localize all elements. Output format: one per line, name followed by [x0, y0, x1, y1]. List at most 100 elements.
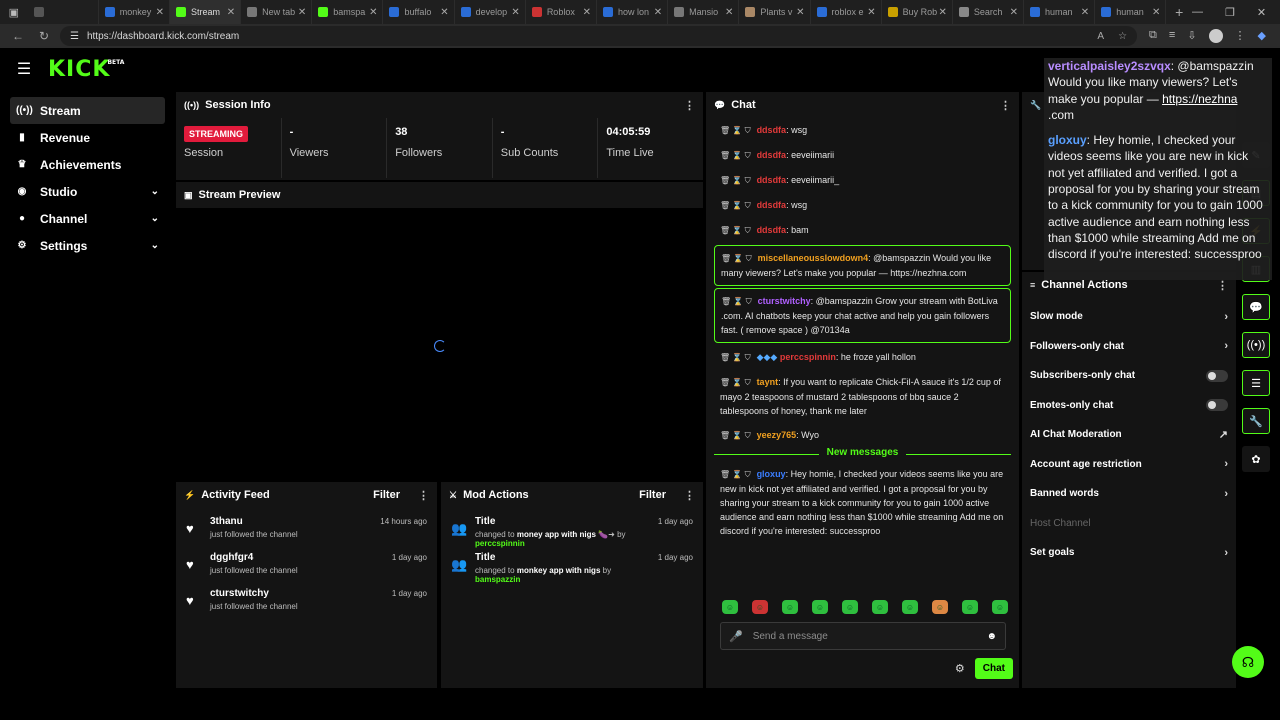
action-banned-words[interactable]: Banned words › — [1022, 479, 1236, 509]
sidebar-item-achievements[interactable]: ♛ Achievements — [10, 151, 165, 178]
close-icon[interactable]: ✕ — [938, 7, 946, 18]
chat-message[interactable]: 🗑 ⌛ ⛉ taynt: If you want to replicate Chi… — [714, 370, 1011, 423]
more-options-icon[interactable]: ⋮ — [1000, 99, 1011, 112]
emotes-only-toggle[interactable] — [1206, 399, 1228, 412]
emote-icon[interactable]: ☺ — [962, 600, 978, 614]
microphone-icon[interactable]: 🎤 — [729, 630, 743, 643]
chat-bubble-icon[interactable]: 💬 — [1242, 294, 1270, 320]
mod-tools-icon[interactable]: 🗑 ⌛ ⛉ — [720, 226, 751, 235]
close-icon[interactable]: ✕ — [796, 7, 804, 18]
close-icon[interactable]: ✕ — [511, 7, 519, 18]
browser-tab[interactable]: Roblox ✕ — [526, 0, 597, 24]
filter-button[interactable]: Filter — [639, 489, 666, 501]
chevron-down-icon[interactable]: ⌄ — [151, 186, 159, 197]
site-info-icon[interactable]: ☰ — [70, 31, 79, 42]
kick-logo[interactable]: KICK BETA — [48, 57, 124, 82]
browser-tab[interactable]: monkey ✕ — [99, 0, 170, 24]
close-icon[interactable]: ✕ — [227, 7, 235, 18]
mod-tools-icon[interactable]: 🗑 ⌛ ⛉ — [720, 151, 751, 160]
new-tab-button[interactable]: + — [1166, 4, 1192, 20]
emote-icon[interactable]: ☺ — [992, 600, 1008, 614]
mod-tools-icon[interactable]: 🗑 ⌛ ⛉ — [720, 201, 751, 210]
address-bar[interactable]: ☰ https://dashboard.kick.com/stream A ☆ — [60, 26, 1138, 46]
chat-send-button[interactable]: Chat — [974, 658, 1013, 679]
minimize-icon[interactable]: — — [1192, 6, 1203, 19]
maximize-icon[interactable]: ❐ — [1225, 6, 1235, 19]
sidebar-item-revenue[interactable]: ▮ Revenue — [10, 124, 165, 151]
subscribers-only-toggle[interactable] — [1206, 369, 1228, 382]
mod-tools-icon[interactable]: 🗑 ⌛ ⛉ — [720, 176, 751, 185]
sidebar-item-channel[interactable]: ● Channel ⌄ — [10, 205, 165, 232]
close-icon[interactable]: ✕ — [583, 7, 591, 18]
browser-tab[interactable]: human ✕ — [1024, 0, 1096, 24]
browser-tab[interactable] — [28, 0, 99, 24]
action-slow-mode[interactable]: Slow mode › — [1022, 302, 1236, 332]
browser-tab[interactable]: develop ✕ — [455, 0, 526, 24]
profile-avatar[interactable] — [1208, 29, 1223, 43]
close-icon[interactable]: ✕ — [156, 7, 164, 18]
chat-message[interactable]: 🗑 ⌛ ⛉ ddsdfa: eeveiimarii_ — [714, 168, 1011, 193]
emote-icon[interactable]: ☺ — [782, 600, 798, 614]
emote-icon[interactable]: ☺ — [812, 600, 828, 614]
reload-icon[interactable]: ↻ — [34, 29, 54, 43]
extensions-icon[interactable]: ⧉ — [1149, 29, 1157, 43]
chevron-down-icon[interactable]: ⌄ — [151, 213, 159, 224]
chat-message[interactable]: 🗑 ⌛ ⛉ ddsdfa: eeveiimarii — [714, 143, 1011, 168]
translate-icon[interactable]: A — [1097, 31, 1104, 42]
overlay-link[interactable]: https://nezhna — [1162, 92, 1237, 106]
sliders-icon[interactable]: ☰ — [1242, 370, 1270, 396]
chat-message[interactable]: 🗑 ⌛ ⛉ ddsdfa: wsg — [714, 193, 1011, 218]
browser-tab[interactable]: bamspa ✕ — [312, 0, 384, 24]
browser-tab[interactable]: New tab ✕ — [241, 0, 313, 24]
chat-message-flagged[interactable]: 🗑 ⌛ ⛉ miscellaneousslowdown4: @bamspazzin… — [714, 245, 1011, 286]
mod-tools-icon[interactable]: 🗑 ⌛ ⛉ — [721, 254, 752, 263]
close-icon[interactable]: ✕ — [867, 7, 875, 18]
chat-message[interactable]: 🗑 ⌛ ⛉ ddsdfa: wsg — [714, 118, 1011, 143]
browser-tab[interactable]: Plants v ✕ — [739, 0, 811, 24]
chat-message[interactable]: 🗑 ⌛ ⛉ gloxuy: Hey homie, I checked your v… — [714, 462, 1011, 543]
emote-icon[interactable]: ☺ — [842, 600, 858, 614]
mod-tools-icon[interactable]: 🗑 ⌛ ⛉ — [720, 470, 751, 479]
browser-tab[interactable]: buffalo ✕ — [383, 0, 455, 24]
url-text[interactable]: https://dashboard.kick.com/stream — [87, 31, 239, 42]
close-icon[interactable]: ✕ — [369, 7, 377, 18]
bookmark-star-icon[interactable]: ☆ — [1118, 31, 1127, 42]
close-window-icon[interactable]: ✕ — [1257, 6, 1266, 19]
downloads-icon[interactable]: ⇩ — [1187, 29, 1196, 43]
support-chat-button[interactable]: ☊ — [1232, 646, 1264, 678]
broadcast-icon[interactable]: ((•)) — [1242, 332, 1270, 358]
chat-input-placeholder[interactable]: Send a message — [753, 631, 828, 642]
more-options-icon[interactable]: ⋮ — [418, 489, 429, 502]
video-player[interactable] — [176, 208, 703, 480]
chat-input[interactable]: 🎤 Send a message ☻ — [720, 622, 1006, 650]
mod-tools-icon[interactable]: 🗑 ⌛ ⛉ — [720, 126, 751, 135]
sidebar-item-studio[interactable]: ◉ Studio ⌄ — [10, 178, 165, 205]
more-options-icon[interactable]: ⋮ — [684, 99, 695, 112]
action-ai-moderation[interactable]: AI Chat Moderation ↗ — [1022, 420, 1236, 450]
more-options-icon[interactable]: ⋮ — [684, 489, 695, 502]
mod-tools-icon[interactable]: 🗑 ⌛ ⛉ — [721, 297, 752, 306]
browser-tab[interactable]: Search ✕ — [953, 0, 1025, 24]
chat-message[interactable]: 🗑 ⌛ ⛉ ◆◆◆ perccspinnin: he froze yall hol… — [714, 345, 1011, 370]
window-menu-icon[interactable]: ▣ — [0, 0, 28, 24]
close-icon[interactable]: ✕ — [440, 7, 448, 18]
browser-tab[interactable]: human ✕ — [1095, 0, 1167, 24]
close-icon[interactable]: ✕ — [725, 7, 733, 18]
more-options-icon[interactable]: ⋮ — [1217, 279, 1228, 292]
close-icon[interactable]: ✕ — [1081, 7, 1089, 18]
chat-messages[interactable]: 🗑 ⌛ ⛉ ddsdfa: wsg 🗑 ⌛ ⛉ ddsdfa: eeveiimari… — [706, 118, 1019, 598]
mod-tools-icon[interactable]: 🗑 ⌛ ⛉ — [720, 378, 751, 387]
close-icon[interactable]: ✕ — [654, 7, 662, 18]
wrench-icon[interactable]: 🔧 — [1242, 408, 1270, 434]
browser-tab-active[interactable]: Stream ✕ — [169, 0, 242, 24]
browser-tab[interactable]: Mansio ✕ — [668, 0, 740, 24]
close-icon[interactable]: ✕ — [1152, 7, 1160, 18]
mod-tools-icon[interactable]: 🗑 ⌛ ⛉ — [720, 353, 751, 362]
filter-button[interactable]: Filter — [373, 489, 400, 501]
hamburger-menu-icon[interactable]: ☰ — [0, 59, 48, 79]
emote-icon[interactable]: ☺ — [902, 600, 918, 614]
browser-tab[interactable]: roblox e ✕ — [811, 0, 882, 24]
close-icon[interactable]: ✕ — [1010, 7, 1018, 18]
browser-tab[interactable]: Buy Rob ✕ — [882, 0, 953, 24]
mod-tools-icon[interactable]: 🗑 ⌛ ⛉ — [720, 431, 751, 440]
